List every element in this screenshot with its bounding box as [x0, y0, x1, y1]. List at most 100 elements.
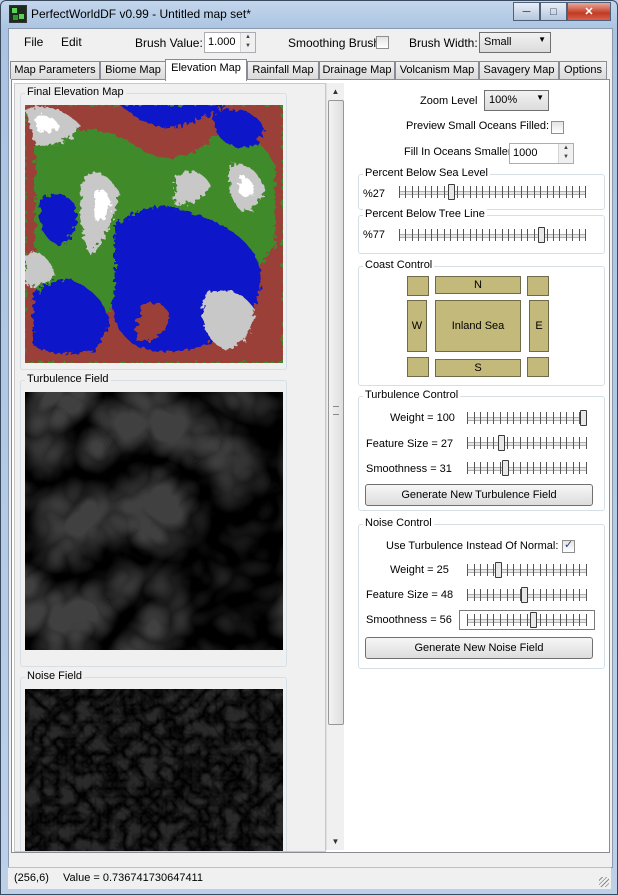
slider-thumb[interactable]	[448, 184, 455, 200]
chevron-down-icon: ▼	[536, 93, 544, 102]
generate-noise-button[interactable]: Generate New Noise Field	[365, 637, 593, 659]
turbulence-weight-label: Weight = 100	[390, 412, 455, 424]
turbulence-control-group: Turbulence Control Weight = 100 Feature …	[358, 389, 605, 511]
brush-value-input[interactable]: 1.000	[208, 36, 236, 48]
coast-northeast-toggle[interactable]	[527, 276, 549, 296]
controls-panel: Zoom Level 100% ▼ Preview Small Oceans F…	[348, 80, 608, 850]
noise-smoothness-slider[interactable]	[467, 612, 587, 628]
turbulence-field-group: Turbulence Field	[20, 373, 287, 667]
noise-field-image[interactable]	[25, 689, 283, 852]
sea-level-title: Percent Below Sea Level	[363, 167, 490, 179]
elevation-tab-page: Final Elevation Map Turbulence Field Noi…	[11, 79, 610, 853]
menu-edit[interactable]: Edit	[61, 35, 82, 49]
turbulence-field-title: Turbulence Field	[25, 373, 111, 385]
app-window: PerfectWorldDF v0.99 - Untitled map set*…	[0, 0, 618, 895]
resize-grip-icon[interactable]	[599, 877, 609, 887]
coast-northwest-toggle[interactable]	[407, 276, 429, 296]
noise-control-group: Noise Control Use Turbulence Instead Of …	[358, 517, 605, 669]
tab-savagery-map[interactable]: Savagery Map	[479, 61, 559, 79]
fill-oceans-input[interactable]: 1000	[513, 147, 537, 159]
turbulence-field-image[interactable]	[25, 392, 283, 650]
tab-rainfall-map[interactable]: Rainfall Map	[247, 61, 319, 79]
noise-weight-label: Weight = 25	[390, 564, 449, 576]
zoom-level-value: 100%	[489, 94, 518, 106]
noise-control-title: Noise Control	[363, 517, 434, 529]
tab-options[interactable]: Options	[559, 61, 607, 79]
noise-feature-size-slider[interactable]	[467, 587, 587, 603]
coast-control-title: Coast Control	[363, 259, 435, 271]
maximize-button[interactable]: □	[540, 2, 567, 21]
zoom-level-select[interactable]: 100% ▼	[484, 90, 549, 111]
coast-southwest-toggle[interactable]	[407, 357, 429, 377]
tab-volcanism-map[interactable]: Volcanism Map	[395, 61, 479, 79]
menu-file[interactable]: File	[24, 35, 43, 49]
slider-thumb[interactable]	[580, 410, 587, 426]
brush-width-value: Small	[484, 36, 512, 48]
generate-turbulence-button[interactable]: Generate New Turbulence Field	[365, 484, 593, 506]
turbulence-weight-slider[interactable]	[467, 410, 587, 426]
brush-value-spinner[interactable]: 1.000 ▲ ▼	[204, 32, 256, 53]
use-turbulence-checkbox[interactable]	[562, 538, 575, 553]
status-value: Value = 0.736741730647411	[63, 872, 203, 884]
fill-oceans-spinner[interactable]: 1000 ▲ ▼	[509, 143, 574, 164]
final-elevation-map[interactable]	[25, 105, 283, 363]
minimize-button[interactable]: ─	[513, 2, 540, 21]
menu-toolbar: File Edit Brush Value: 1.000 ▲ ▼ Smoothin…	[9, 29, 612, 57]
sea-level-value: %27	[363, 188, 386, 200]
close-button[interactable]: ✕	[567, 2, 611, 21]
final-elevation-title: Final Elevation Map	[25, 86, 126, 98]
tab-map-parameters[interactable]: Map Parameters	[10, 61, 100, 79]
title-bar[interactable]: PerfectWorldDF v0.99 - Untitled map set*…	[1, 1, 617, 29]
coast-control-group: Coast Control N W Inland Sea E S	[358, 259, 605, 386]
noise-field-title: Noise Field	[25, 670, 85, 682]
coast-north-toggle[interactable]: N	[435, 276, 521, 294]
turbulence-feature-size-slider[interactable]	[467, 435, 587, 451]
scroll-thumb[interactable]	[328, 100, 344, 725]
slider-thumb[interactable]	[521, 587, 528, 603]
turbulence-smoothness-slider[interactable]	[467, 460, 587, 476]
noise-field-group: Noise Field	[20, 670, 287, 852]
zoom-level-label: Zoom Level	[420, 95, 478, 107]
tree-line-title: Percent Below Tree Line	[363, 208, 487, 220]
inland-sea-toggle[interactable]: Inland Sea	[435, 300, 521, 352]
brush-width-select[interactable]: Small ▼	[479, 32, 551, 53]
status-coords: (256,6)	[14, 872, 49, 884]
maps-vertical-scrollbar[interactable]: ▲ ▼	[326, 83, 344, 850]
final-elevation-group: Final Elevation Map	[20, 86, 287, 370]
coast-west-toggle[interactable]: W	[407, 300, 427, 352]
client-area: File Edit Brush Value: 1.000 ▲ ▼ Smoothin…	[8, 28, 613, 868]
window-title: PerfectWorldDF v0.99 - Untitled map set*	[31, 7, 251, 21]
tab-elevation-map[interactable]: Elevation Map	[165, 59, 247, 81]
slider-thumb[interactable]	[495, 562, 502, 578]
chevron-down-icon: ▼	[538, 35, 546, 44]
app-icon	[9, 5, 27, 23]
turbulence-feature-size-label: Feature Size = 27	[366, 438, 454, 450]
coast-south-toggle[interactable]: S	[435, 359, 521, 377]
coast-southeast-toggle[interactable]	[527, 357, 549, 377]
coast-east-toggle[interactable]: E	[529, 300, 549, 352]
tree-line-value: %77	[363, 229, 386, 241]
maps-scroll-panel[interactable]: Final Elevation Map Turbulence Field Noi…	[14, 83, 326, 852]
noise-smoothness-label: Smoothness = 56	[366, 614, 452, 626]
slider-thumb[interactable]	[530, 612, 537, 628]
noise-weight-slider[interactable]	[467, 562, 587, 578]
brush-width-label: Brush Width:	[409, 36, 478, 50]
tab-biome-map[interactable]: Biome Map	[100, 61, 166, 79]
slider-thumb[interactable]	[538, 227, 545, 243]
tree-line-slider[interactable]	[399, 227, 586, 243]
smoothing-brush-label: Smoothing Brush	[288, 36, 381, 50]
smoothing-brush-checkbox[interactable]	[376, 36, 389, 49]
tab-drainage-map[interactable]: Drainage Map	[319, 61, 395, 79]
brush-value-spin-arrows[interactable]: ▲ ▼	[240, 33, 255, 52]
scroll-up-arrow-icon[interactable]: ▲	[327, 83, 344, 100]
sea-level-group: Percent Below Sea Level %27	[358, 167, 605, 210]
fill-oceans-spin-arrows[interactable]: ▲ ▼	[558, 144, 573, 163]
sea-level-slider[interactable]	[399, 184, 586, 200]
slider-thumb[interactable]	[498, 435, 505, 451]
slider-thumb[interactable]	[502, 460, 509, 476]
preview-small-oceans-checkbox[interactable]	[551, 121, 564, 134]
turbulence-control-title: Turbulence Control	[363, 389, 461, 401]
brush-value-label: Brush Value:	[135, 36, 203, 50]
scroll-down-arrow-icon[interactable]: ▼	[327, 833, 344, 850]
caption-buttons: ─ □ ✕	[513, 2, 611, 21]
